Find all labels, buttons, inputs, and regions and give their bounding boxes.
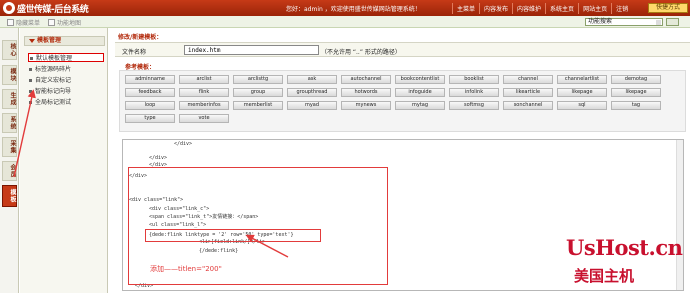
page-title: 修改/新建模板：	[118, 34, 163, 41]
menu-item-tag-wizard[interactable]: 智能标记向导	[28, 87, 104, 96]
tag-button-likearticle[interactable]: likearticle	[503, 88, 553, 97]
tag-button-sonchannel[interactable]: sonchannel	[503, 101, 553, 110]
watermark-domain: UsHost.cn	[566, 235, 683, 260]
menu-item-tag-fragments[interactable]: 标签源码碎片	[28, 65, 104, 74]
category-tabs: 核心 模块 生成 系统 采集 会员 模板	[0, 28, 19, 293]
function-search-go-button[interactable]	[666, 18, 679, 26]
filename-row: 文件名称 （不允许用 “..” 形式的路径）	[115, 42, 690, 57]
tag-button-groupthread[interactable]: groupthread	[287, 88, 337, 97]
tag-button-bookcontentlist[interactable]: bookcontentlist	[395, 75, 445, 84]
tag-button-hotwords[interactable]: hotwords	[341, 88, 391, 97]
logo-text: 盛世传媒-后台系统	[17, 4, 89, 15]
menu-item-tag-test[interactable]: 全局标记测试	[28, 98, 104, 107]
tab-template[interactable]: 模板	[2, 185, 17, 207]
tag-button-memberlist[interactable]: memberlist	[233, 101, 283, 110]
tag-button-infolink[interactable]: infolink	[449, 88, 499, 97]
tag-button-type[interactable]: type	[125, 114, 175, 123]
highlight-box-flink-tag	[145, 229, 321, 242]
code-line: </div>	[174, 141, 193, 147]
tag-button-mynews[interactable]: mynews	[341, 101, 391, 110]
tag-button-memberinfos[interactable]: memberinfos	[179, 101, 229, 110]
function-map-label: 功能地图	[57, 20, 82, 27]
annotation-note: 添加——titlen="200"	[150, 265, 222, 273]
nav-main-menu[interactable]: 主菜单	[452, 3, 479, 14]
menu-item-default-templates[interactable]: 默认模板管理	[28, 53, 104, 62]
toolbar: 隐藏菜单 功能地图 功能搜索	[0, 16, 690, 28]
function-map-icon	[48, 19, 55, 26]
app-logo[interactable]: 盛世传媒-后台系统	[3, 2, 101, 15]
tag-button-flink[interactable]: flink	[179, 88, 229, 97]
tag-button-tag[interactable]: tag	[611, 101, 661, 110]
watermark-subtitle: 美国主机	[574, 267, 635, 285]
tab-generate[interactable]: 生成	[2, 89, 17, 109]
top-nav: 主菜单 内容发布 内容维护 系统主页 网站主页 注销	[452, 3, 632, 14]
function-map-button[interactable]: 功能地图	[48, 18, 81, 27]
quick-access-button[interactable]: 快捷方式	[648, 3, 688, 13]
nav-content-publish[interactable]: 内容发布	[479, 3, 512, 14]
reference-tags-panel: adminname arclist arclisttg ask autochannel b…	[119, 70, 686, 132]
tag-button-likepage[interactable]: likepage	[557, 88, 607, 97]
nav-site-home[interactable]: 网站主页	[578, 3, 611, 14]
tag-button-sql[interactable]: sql	[557, 101, 607, 110]
hide-menu-icon	[7, 19, 14, 26]
tab-modules[interactable]: 模块	[2, 65, 17, 85]
tag-button-channel[interactable]: channel	[503, 75, 553, 84]
tag-button-softmsg[interactable]: softmsg	[449, 101, 499, 110]
code-line: </div>	[149, 155, 168, 161]
tag-button-vote[interactable]: vote	[179, 114, 229, 123]
tag-button-demotag[interactable]: demotag	[611, 75, 661, 84]
tag-button-channelartlist[interactable]: channelartlist	[557, 75, 607, 84]
tag-button-group[interactable]: group	[233, 88, 283, 97]
watermark-logo: UsHost.cn 美国主机	[566, 235, 686, 290]
tag-button-likepage[interactable]: likepage	[611, 88, 661, 97]
function-search-select[interactable]: 功能搜索	[585, 18, 663, 26]
tab-system[interactable]: 系统	[2, 113, 17, 133]
tab-core[interactable]: 核心	[2, 40, 17, 60]
filename-hint: （不允许用 “..” 形式的路径）	[321, 49, 401, 56]
tag-button-infoguide[interactable]: infoguide	[395, 88, 445, 97]
tab-member[interactable]: 会员	[2, 161, 17, 181]
menu-item-custom-macros[interactable]: 自定义宏标记	[28, 76, 104, 85]
tag-button-adminname[interactable]: adminname	[125, 75, 175, 84]
filename-label: 文件名称	[122, 49, 147, 56]
hide-menu-label: 隐藏菜单	[16, 20, 41, 27]
logo-mark-icon	[3, 2, 15, 14]
tag-button-autochannel[interactable]: autochannel	[341, 75, 391, 84]
top-header-bar: 盛世传媒-后台系统 您好：admin ，欢迎使用盛世传媒网站管理系统！ 主菜单 …	[0, 0, 690, 16]
nav-content-maintain[interactable]: 内容维护	[512, 3, 545, 14]
filename-input[interactable]	[184, 45, 319, 55]
tab-collect[interactable]: 采集	[2, 137, 17, 157]
tag-button-arclist[interactable]: arclist	[179, 75, 229, 84]
tag-button-loop[interactable]: loop	[125, 101, 175, 110]
sidebar-menu: 模板管理 默认模板管理 标签源码碎片 自定义宏标记 智能标记向导 全局标记测试	[20, 28, 108, 293]
tag-button-mytag[interactable]: mytag	[395, 101, 445, 110]
nav-system-home[interactable]: 系统主页	[545, 3, 578, 14]
tag-button-ask[interactable]: ask	[287, 75, 337, 84]
tag-button-myad[interactable]: myad	[287, 101, 337, 110]
tag-button-feedback[interactable]: feedback	[125, 88, 175, 97]
menu-heading[interactable]: 模板管理	[24, 36, 105, 46]
hide-menu-button[interactable]: 隐藏菜单	[7, 18, 40, 27]
tag-button-arclisttg[interactable]: arclisttg	[233, 75, 283, 84]
nav-logout[interactable]: 注销	[611, 3, 632, 14]
tag-button-booklist[interactable]: booklist	[449, 75, 499, 84]
welcome-text: 您好：admin ，欢迎使用盛世传媒网站管理系统！	[286, 6, 421, 13]
tag-button-grid: adminname arclist arclisttg ask autochannel b…	[125, 75, 661, 123]
